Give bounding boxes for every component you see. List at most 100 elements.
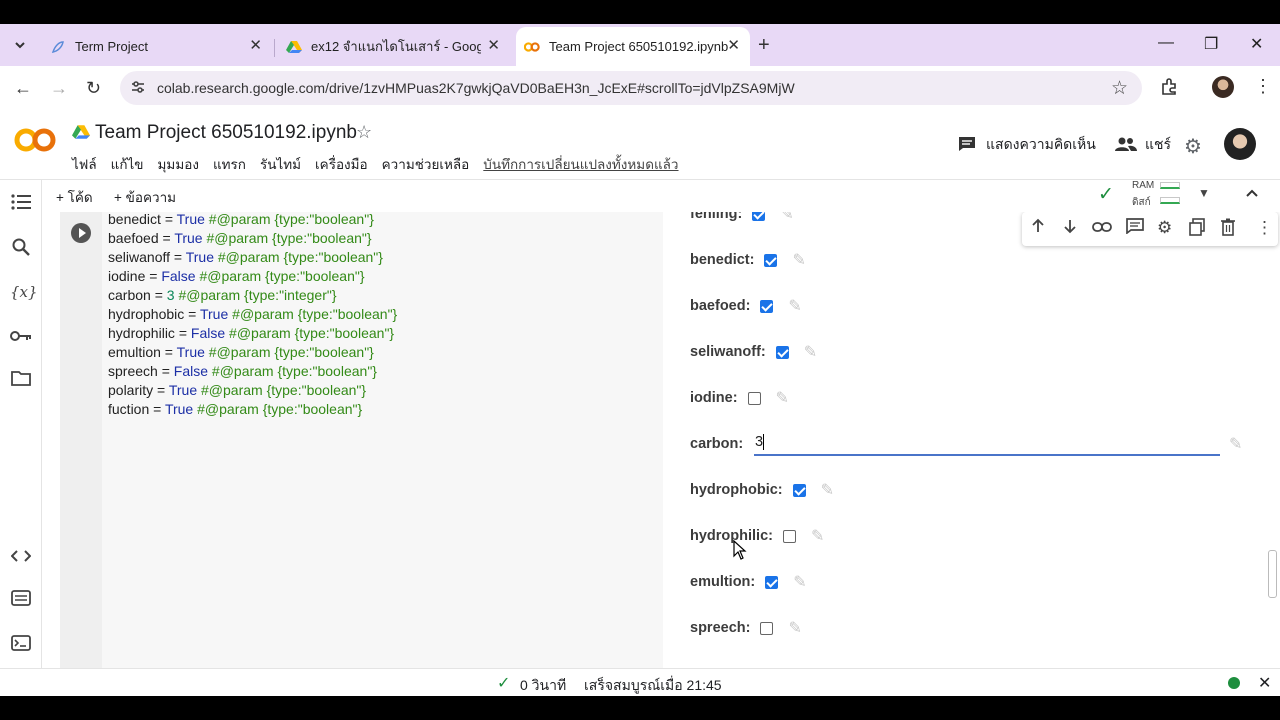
move-up-icon[interactable] — [1030, 218, 1046, 239]
new-tab-icon[interactable]: + — [758, 34, 770, 57]
param-type: boolean — [314, 344, 365, 360]
bookmark-star-icon[interactable]: ☆ — [1111, 77, 1128, 100]
checkbox[interactable] — [782, 529, 796, 543]
table-of-contents-icon[interactable] — [10, 194, 32, 216]
checkbox[interactable] — [760, 299, 774, 313]
page-scrollbar[interactable] — [1268, 550, 1277, 598]
close-status-icon[interactable]: ✕ — [1258, 673, 1271, 693]
star-notebook-icon[interactable]: ☆ — [356, 122, 372, 143]
add-text-button[interactable]: + ข้อความ — [114, 186, 176, 208]
field-label: spreech: — [690, 620, 751, 636]
field-label: hydrophilic: — [690, 528, 773, 544]
window-close-icon[interactable]: ✕ — [1250, 34, 1263, 54]
edit-pencil-icon[interactable]: ✎ — [1229, 434, 1242, 454]
comment-icon[interactable] — [1126, 218, 1144, 239]
url-text[interactable]: colab.research.google.com/drive/1zvHMPua… — [157, 80, 795, 96]
code-editor[interactable]: benedict = True #@param {type:"boolean"}… — [60, 212, 663, 668]
browser-tab-drive[interactable]: ex12 จำแนกไดโนเสาร์ - Google ไดร ✕ — [278, 27, 510, 66]
move-down-icon[interactable] — [1062, 218, 1078, 239]
menu-tools[interactable]: เครื่องมือ — [315, 153, 368, 175]
menu-insert[interactable]: แทรก — [213, 153, 246, 175]
runtime-dropdown-icon[interactable]: ▼ — [1198, 186, 1210, 200]
checkbox[interactable] — [752, 212, 766, 221]
code-line[interactable]: benedict = True #@param {type:"boolean"} — [108, 212, 397, 229]
search-icon[interactable] — [10, 238, 32, 260]
run-cell-button[interactable] — [71, 223, 91, 243]
checkbox[interactable] — [792, 483, 806, 497]
tab-close-icon[interactable]: ✕ — [487, 38, 500, 54]
code-line[interactable]: polarity = True #@param {type:"boolean"} — [108, 381, 397, 400]
restore-icon[interactable]: ❐ — [1204, 34, 1218, 54]
terminal-icon[interactable] — [10, 635, 32, 657]
site-settings-icon[interactable] — [130, 79, 146, 100]
files-folder-icon[interactable] — [10, 370, 32, 392]
mirror-cell-icon[interactable] — [1189, 218, 1205, 241]
link-icon[interactable] — [1092, 218, 1112, 238]
reload-icon[interactable]: ↻ — [86, 78, 101, 98]
more-options-icon[interactable]: ⋮ — [1256, 218, 1273, 238]
edit-pencil-icon[interactable]: ✎ — [793, 572, 806, 592]
edit-pencil-icon[interactable]: ✎ — [792, 250, 805, 270]
code-line[interactable]: hydrophobic = True #@param {type:"boolea… — [108, 305, 397, 324]
back-icon[interactable]: ← — [14, 78, 32, 98]
add-code-button[interactable]: + โค้ด — [56, 186, 93, 208]
code-line[interactable]: emultion = True #@param {type:"boolean"} — [108, 343, 397, 362]
code-snippets-icon[interactable] — [10, 547, 32, 569]
code-line[interactable]: hydrophilic = False #@param {type:"boole… — [108, 324, 397, 343]
carbon-number-input[interactable]: 3 — [754, 428, 1220, 456]
tab-search-chevron-icon[interactable] — [6, 31, 34, 59]
forward-icon[interactable]: → — [50, 78, 68, 98]
notebook-title[interactable]: Team Project 650510192.ipynb — [95, 122, 357, 144]
tab-close-icon[interactable]: ✕ — [249, 38, 262, 54]
checkbox[interactable] — [760, 621, 774, 635]
menu-file[interactable]: ไฟล์ — [72, 153, 97, 175]
edit-pencil-icon[interactable]: ✎ — [821, 480, 834, 500]
checkbox[interactable] — [765, 575, 779, 589]
edit-pencil-icon[interactable]: ✎ — [776, 388, 789, 408]
checkbox[interactable] — [764, 253, 778, 267]
variables-icon[interactable]: {x} — [10, 281, 38, 303]
resource-indicator[interactable]: ✓ RAM ดิสก์ ▼ — [1098, 180, 1228, 212]
menu-view[interactable]: มุมมอง — [158, 153, 199, 175]
checkbox[interactable] — [775, 345, 789, 359]
collapse-header-icon[interactable] — [1246, 185, 1258, 201]
edit-pencil-icon[interactable]: ✎ — [780, 212, 793, 224]
variable-name: hydrophobic — [108, 306, 185, 322]
comments-button[interactable]: แสดงความคิดเห็น — [958, 134, 1096, 156]
edit-pencil-icon[interactable]: ✎ — [804, 342, 817, 362]
command-palette-icon[interactable] — [10, 590, 32, 612]
code-line[interactable]: carbon = 3 #@param {type:"integer"} — [108, 286, 397, 305]
code-cell[interactable]: benedict = True #@param {type:"boolean"}… — [60, 212, 1278, 668]
settings-gear-icon[interactable]: ⚙ — [1184, 134, 1202, 159]
edit-pencil-icon[interactable]: ✎ — [788, 618, 801, 638]
cell-settings-gear-icon[interactable]: ⚙ — [1157, 218, 1172, 238]
colab-logo[interactable] — [14, 126, 58, 161]
profile-avatar[interactable] — [1212, 76, 1234, 98]
browser-tab-term-project[interactable]: Term Project ✕ — [40, 27, 272, 66]
secrets-key-icon[interactable] — [10, 326, 32, 348]
checkbox[interactable] — [747, 391, 761, 405]
code-line[interactable]: spreech = False #@param {type:"boolean"} — [108, 362, 397, 381]
menu-help[interactable]: ความช่วยเหลือ — [382, 153, 470, 175]
user-avatar[interactable] — [1224, 128, 1256, 160]
drive-icon[interactable] — [72, 124, 90, 145]
code-line[interactable]: fuction = True #@param {type:"boolean"} — [108, 400, 397, 419]
menu-runtime[interactable]: รันไทม์ — [260, 153, 301, 175]
edit-pencil-icon[interactable]: ✎ — [811, 526, 824, 546]
menu-edit[interactable]: แก้ไข — [111, 153, 144, 175]
browser-tab-colab[interactable]: Team Project 650510192.ipynb ✕ — [516, 27, 750, 66]
edit-pencil-icon[interactable]: ✎ — [788, 296, 801, 316]
share-button[interactable]: แชร์ — [1115, 134, 1171, 156]
code-line[interactable]: seliwanoff = True #@param {type:"boolean… — [108, 248, 397, 267]
extensions-icon[interactable] — [1160, 78, 1178, 101]
code-text[interactable]: benedict = True #@param {type:"boolean"}… — [108, 212, 397, 419]
url-bar[interactable]: colab.research.google.com/drive/1zvHMPua… — [120, 71, 1142, 105]
minimize-icon[interactable]: — — [1158, 34, 1174, 52]
code-line[interactable]: iodine = False #@param {type:"boolean"} — [108, 267, 397, 286]
delete-trash-icon[interactable] — [1221, 218, 1235, 241]
last-edit-link[interactable]: บันทึกการเปลี่ยนแปลงทั้งหมดแล้ว — [483, 153, 678, 175]
screen: Term Project ✕ ex12 จำแนกไดโนเสาร์ - Goo… — [0, 0, 1280, 720]
tab-close-icon[interactable]: ✕ — [727, 38, 740, 54]
browser-menu-icon[interactable]: ⋮ — [1254, 76, 1272, 97]
code-line[interactable]: baefoed = True #@param {type:"boolean"} — [108, 229, 397, 248]
